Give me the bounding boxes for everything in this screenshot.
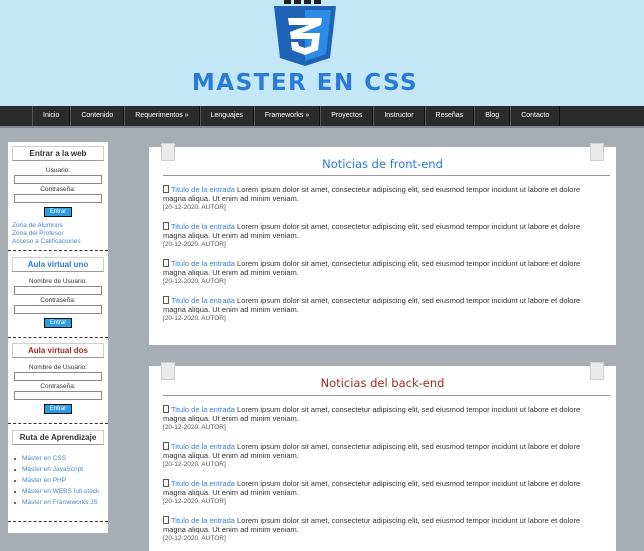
document-icon — [163, 516, 169, 524]
ruta-link[interactable]: Máster en PHP — [14, 477, 108, 485]
news-entry: Titulo de la entrada Lorem ipsum dolor s… — [163, 296, 593, 323]
aula-uno-title: Aula virtual uno — [12, 257, 104, 272]
news-entry: Titulo de la entrada Lorem ipsum dolor s… — [163, 479, 593, 506]
user-label: Usuario: — [45, 167, 71, 174]
sidebar: Entrar a la web Usuario: Contraseña: Ent… — [8, 142, 108, 533]
entry-meta: [20-12-2020. AUTOR] — [163, 424, 226, 431]
back-end-panel: Noticias del back-end Titulo de la entra… — [149, 362, 616, 551]
aula-uno-block: Aula virtual uno Nombre de Usuario: Cont… — [8, 253, 108, 338]
ruta-link[interactable]: Máster en JavaScript — [14, 466, 108, 474]
login-block: Entrar a la web Usuario: Contraseña: Ent… — [8, 142, 108, 251]
document-icon — [163, 259, 169, 267]
ruta-link[interactable]: Máster en Frameworks JS — [14, 499, 108, 507]
entry-title-link[interactable]: Titulo de la entrada — [171, 259, 235, 268]
entry-meta: [20-12-2020. AUTOR] — [163, 461, 226, 468]
entry-meta: [20-12-2020. AUTOR] — [163, 278, 226, 285]
nav-item[interactable]: Frameworks » — [253, 106, 321, 126]
css3-shield-icon — [268, 0, 342, 70]
aula-dos-user-label: Nombre de Usuario: — [28, 364, 88, 371]
document-icon — [163, 442, 169, 450]
back-end-rule — [163, 395, 610, 396]
nav-item[interactable]: Requerimentos » — [124, 106, 200, 126]
ruta-title: Ruta de Aprendizaje — [12, 430, 104, 445]
aula-uno-button[interactable]: Entrar — [44, 318, 72, 328]
entry-title-link[interactable]: Titulo de la entrada — [171, 222, 235, 231]
document-icon — [163, 405, 169, 413]
nav-item[interactable]: Blog — [474, 106, 511, 126]
aula-uno-password-input[interactable] — [14, 305, 102, 314]
news-entry: Titulo de la entrada Lorem ipsum dolor s… — [163, 516, 593, 543]
front-end-rule — [163, 175, 610, 176]
ruta-list: Máster en CSS Máster en JavaScript Máster … — [8, 455, 108, 507]
entry-title-link[interactable]: Titulo de la entrada — [171, 516, 235, 525]
ruta-link[interactable]: Máster en CSS — [14, 455, 108, 463]
document-icon — [163, 222, 169, 230]
brand-title: MASTER EN CSS — [191, 70, 419, 96]
password-input[interactable] — [14, 194, 102, 203]
nav-item[interactable]: Contacto — [510, 106, 561, 126]
ruta-block: Ruta de Aprendizaje Máster en CSS Máster … — [8, 426, 108, 522]
news-entry: Titulo de la entrada Lorem ipsum dolor s… — [163, 405, 593, 432]
entry-meta: [20-12-2020. AUTOR] — [163, 315, 226, 322]
document-icon — [163, 185, 169, 193]
front-end-title: Noticias de front-end — [322, 157, 443, 171]
aula-dos-title: Aula virtual dos — [12, 343, 104, 358]
aula-dos-button[interactable]: Entrar — [44, 404, 72, 414]
nav-item[interactable]: Proyectos — [320, 106, 374, 126]
entry-meta: [20-12-2020. AUTOR] — [163, 204, 226, 211]
link-zona-alumnos[interactable]: Zona de Alumnos — [8, 222, 108, 230]
username-input[interactable] — [14, 175, 102, 184]
news-entry: Titulo de la entrada Lorem ipsum dolor s… — [163, 259, 593, 286]
aula-dos-block: Aula virtual dos Nombre de Usuario: Cont… — [8, 339, 108, 424]
link-zona-profesor[interactable]: Zona del Profesor — [8, 230, 108, 238]
news-entry: Titulo de la entrada Lorem ipsum dolor s… — [163, 442, 593, 469]
news-entry: Titulo de la entrada Lorem ipsum dolor s… — [163, 185, 593, 212]
site-header: MASTER EN CSS — [0, 0, 644, 106]
nav-item[interactable]: Instructor — [373, 106, 425, 126]
nav-item[interactable]: Contenido — [70, 106, 125, 126]
nav-divider — [0, 126, 644, 128]
nav-item[interactable]: Lenguajes — [199, 106, 254, 126]
aula-dos-password-label: Contraseña: — [40, 383, 76, 390]
aula-dos-username-input[interactable] — [14, 372, 102, 381]
nav-item[interactable]: Reseñas — [424, 106, 475, 126]
document-icon — [163, 296, 169, 304]
front-end-panel: Noticias de front-end Titulo de la entra… — [149, 143, 616, 345]
back-end-title: Noticias del back-end — [320, 376, 445, 390]
link-calificaciones[interactable]: Acceso a Calificaciones — [8, 238, 108, 246]
entry-title-link[interactable]: Titulo de la entrada — [171, 296, 235, 305]
ruta-link[interactable]: Máster en WEBS full-stack — [14, 488, 108, 496]
document-icon — [163, 479, 169, 487]
aula-uno-user-label: Nombre de Usuario: — [28, 278, 88, 285]
aula-uno-password-label: Contraseña: — [40, 297, 76, 304]
entry-title-link[interactable]: Titulo de la entrada — [171, 185, 235, 194]
login-title: Entrar a la web — [12, 146, 104, 161]
password-label: Contraseña: — [40, 186, 76, 193]
entry-title-link[interactable]: Titulo de la entrada — [171, 479, 235, 488]
entry-meta: [20-12-2020. AUTOR] — [163, 498, 226, 505]
news-entry: Titulo de la entrada Lorem ipsum dolor s… — [163, 222, 593, 249]
entry-title-link[interactable]: Titulo de la entrada — [171, 442, 235, 451]
main-nav: Inicio Contenido Requerimentos » Lenguajes F… — [0, 106, 644, 126]
nav-item[interactable]: Inicio — [32, 106, 71, 126]
entry-meta: [20-12-2020. AUTOR] — [163, 535, 226, 542]
aula-dos-password-input[interactable] — [14, 391, 102, 400]
entry-title-link[interactable]: Titulo de la entrada — [171, 405, 235, 414]
login-button[interactable]: Entrar — [44, 207, 72, 217]
aula-uno-username-input[interactable] — [14, 286, 102, 295]
entry-meta: [20-12-2020. AUTOR] — [163, 241, 226, 248]
